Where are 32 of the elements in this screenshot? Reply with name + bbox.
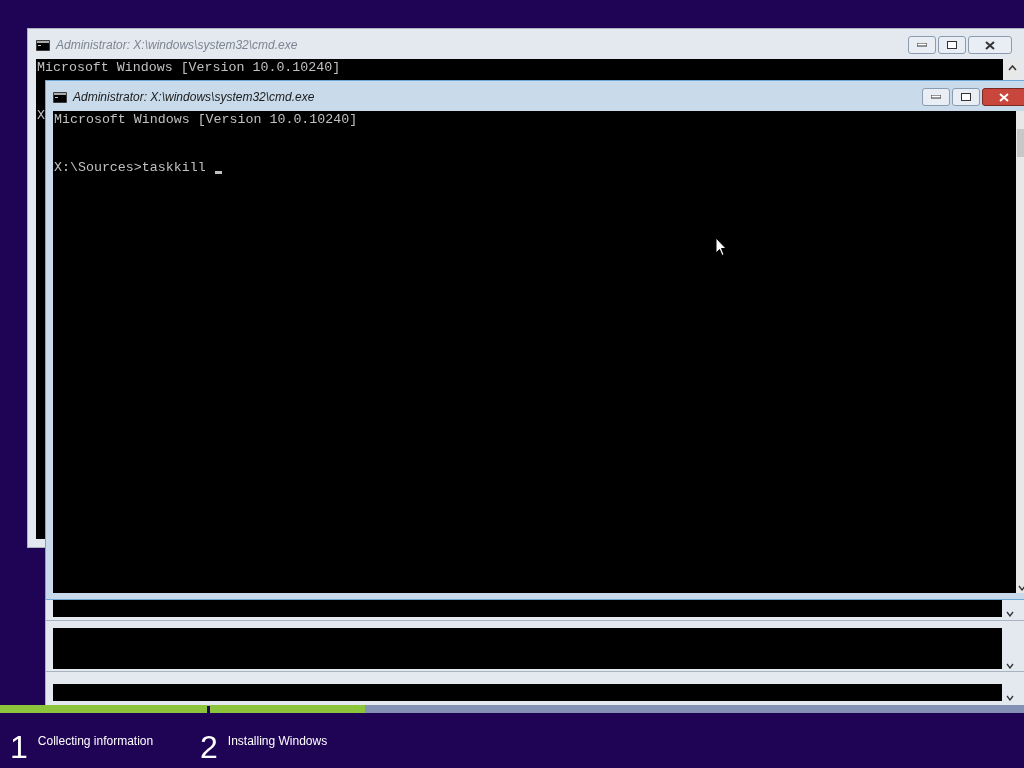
maximize-button[interactable] (938, 36, 966, 54)
window-title: Administrator: X:\windows\system32\cmd.exe (56, 37, 299, 54)
command-prompt: X:\Sources>taskkill (54, 160, 206, 176)
close-button[interactable] (968, 36, 1012, 54)
maximize-icon (961, 93, 971, 101)
close-icon (999, 92, 1009, 102)
mouse-pointer-icon (715, 237, 727, 257)
text-cursor (214, 171, 222, 174)
scroll-down-icon (1006, 611, 1014, 617)
minimize-icon (917, 43, 927, 47)
scroll-up-icon (1007, 65, 1017, 71)
console-icon (53, 91, 67, 103)
console-line: Microsoft Windows [Version 10.0.10240] (54, 112, 358, 128)
step-number: 2 (200, 729, 218, 765)
console-icon (36, 39, 50, 51)
maximize-button[interactable] (952, 88, 980, 106)
step-label: Installing Windows (227, 733, 328, 750)
scrollbar[interactable] (1016, 111, 1024, 593)
scroll-down-icon (1006, 695, 1014, 701)
scroll-up-button[interactable] (1003, 59, 1021, 79)
maximize-icon (947, 41, 957, 49)
scroll-down-icon (1017, 585, 1024, 591)
console-line: X (37, 108, 45, 124)
scroll-down-icon (1006, 663, 1014, 669)
minimize-icon (931, 95, 941, 99)
scroll-thumb[interactable] (1017, 129, 1024, 157)
console-line: Microsoft Windows [Version 10.0.10240] (37, 60, 341, 76)
window-title: Administrator: X:\windows\system32\cmd.exe (73, 89, 316, 106)
close-button[interactable] (982, 88, 1024, 106)
close-icon (985, 40, 995, 50)
step-number: 1 (10, 729, 28, 765)
step-label: Collecting information (37, 733, 154, 750)
